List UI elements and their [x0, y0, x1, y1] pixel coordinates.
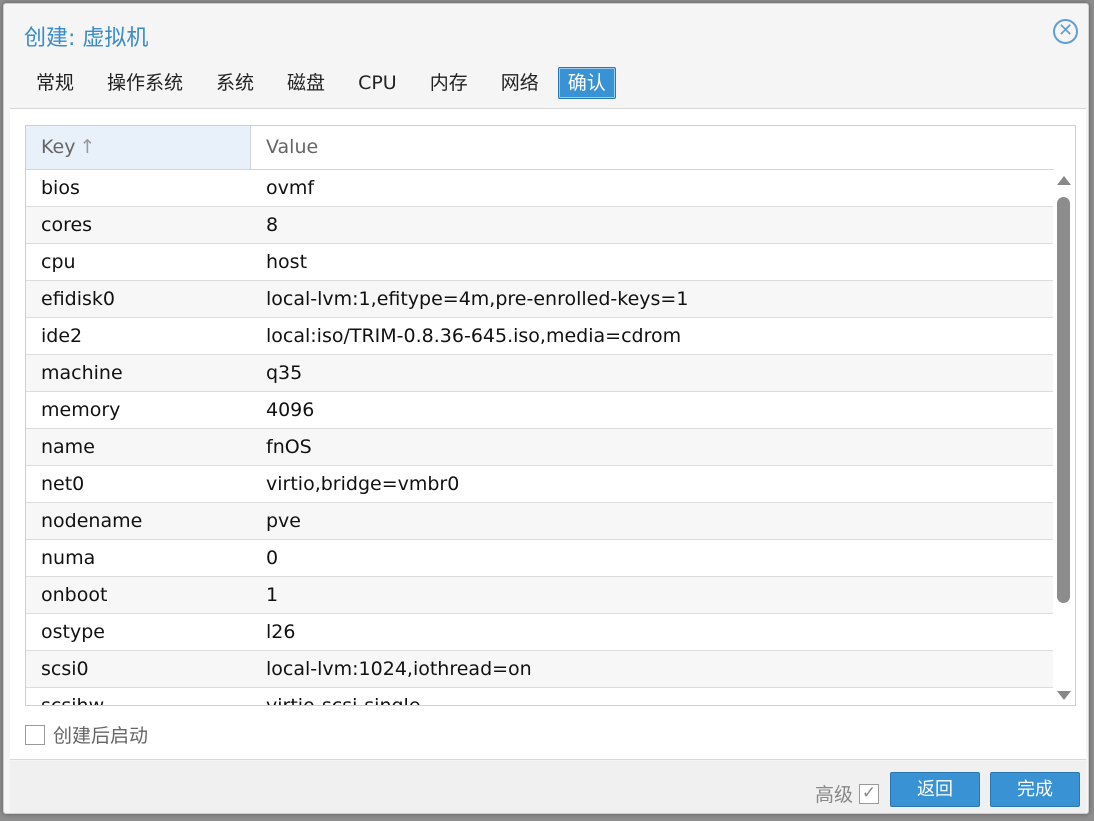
row-key: ostype: [41, 621, 105, 643]
table-row[interactable]: nodename pve: [26, 503, 1054, 540]
column-header-key[interactable]: Key ↑: [26, 126, 251, 169]
dialog-window: 创建: 虚拟机 ✕ 常规 操作系统 系统 磁盘 CPU 内存 网络 确认 Key…: [3, 3, 1089, 814]
scrollbar-thumb[interactable]: [1057, 197, 1070, 603]
row-key: scsi0: [41, 658, 89, 680]
row-value: q35: [266, 362, 303, 384]
table-row[interactable]: scsihw virtio-scsi-single: [26, 688, 1054, 706]
tab-disks[interactable]: 磁盘: [273, 66, 339, 100]
row-key: cores: [41, 214, 93, 236]
tab-confirm[interactable]: 确认: [557, 67, 616, 99]
start-after-create-checkbox[interactable]: [25, 724, 45, 745]
table-row[interactable]: onboot 1: [26, 577, 1054, 614]
table-row[interactable]: cpu host: [26, 244, 1054, 281]
dialog-title: 创建: 虚拟机: [24, 26, 149, 51]
row-value: ovmf: [266, 177, 315, 199]
row-value: local:iso/TRIM-0.8.36-645.iso,media=cdro…: [266, 325, 682, 347]
row-key: numa: [41, 547, 96, 569]
scroll-down-arrow-icon[interactable]: [1057, 691, 1071, 700]
tab-memory[interactable]: 内存: [416, 66, 482, 100]
table-row[interactable]: cores 8: [26, 207, 1054, 244]
row-value: 0: [266, 547, 279, 569]
row-value: fnOS: [266, 436, 312, 458]
row-value: 4096: [266, 399, 315, 421]
row-key: efidisk0: [41, 288, 115, 310]
row-value: l26: [266, 621, 296, 643]
row-value: local-lvm:1,efitype=4m,pre-enrolled-keys…: [266, 288, 689, 310]
grid-rows: bios ovmf cores 8 cpu host efidisk0 local-lv…: [26, 170, 1054, 706]
start-after-create-label: 创建后启动: [53, 725, 149, 747]
row-key: scsihw: [41, 695, 105, 706]
start-after-create-option[interactable]: 创建后启动: [25, 721, 148, 748]
advanced-checkbox[interactable]: ✓: [859, 783, 880, 804]
tab-bar: 常规 操作系统 系统 磁盘 CPU 内存 网络 确认: [22, 66, 621, 100]
row-key: cpu: [41, 251, 76, 273]
row-value: virtio,bridge=vmbr0: [266, 473, 460, 495]
table-row[interactable]: bios ovmf: [26, 170, 1054, 207]
row-value: 1: [266, 584, 279, 606]
table-row[interactable]: name fnOS: [26, 429, 1054, 466]
row-value: local-lvm:1024,iothread=on: [266, 658, 532, 680]
tab-os[interactable]: 操作系统: [93, 66, 197, 100]
tab-general[interactable]: 常规: [22, 66, 88, 100]
summary-grid: Key ↑ Value bios ovmf cores 8 cpu host efidi…: [25, 125, 1076, 706]
dialog-body: Key ↑ Value bios ovmf cores 8 cpu host efidi…: [10, 108, 1086, 760]
table-row[interactable]: machine q35: [26, 355, 1054, 392]
finish-button[interactable]: 完成: [990, 772, 1080, 807]
row-value: 8: [266, 214, 279, 236]
row-key: machine: [41, 362, 123, 384]
tab-system[interactable]: 系统: [202, 66, 268, 100]
row-key: onboot: [41, 584, 108, 606]
row-value: host: [266, 251, 308, 273]
table-row[interactable]: ide2 local:iso/TRIM-0.8.36-645.iso,media=…: [26, 318, 1054, 355]
table-row[interactable]: efidisk0 local-lvm:1,efitype=4m,pre-enrol…: [26, 281, 1054, 318]
row-key: memory: [41, 399, 121, 421]
tab-cpu[interactable]: CPU: [344, 66, 411, 100]
row-key: net0: [41, 473, 85, 495]
table-row[interactable]: net0 virtio,bridge=vmbr0: [26, 466, 1054, 503]
row-key: bios: [41, 177, 80, 199]
column-header-key-label: Key: [41, 136, 76, 158]
row-value: virtio-scsi-single: [266, 695, 421, 706]
titlebar: 创建: 虚拟机 ✕: [4, 4, 1088, 62]
tab-network[interactable]: 网络: [487, 66, 553, 100]
row-key: name: [41, 436, 95, 458]
grid-scrollbar[interactable]: [1053, 170, 1075, 705]
advanced-option[interactable]: 高级 ✓: [815, 780, 880, 807]
row-key: nodename: [41, 510, 143, 532]
table-row[interactable]: ostype l26: [26, 614, 1054, 651]
advanced-label: 高级: [815, 784, 854, 806]
scroll-up-arrow-icon[interactable]: [1057, 176, 1071, 185]
close-icon[interactable]: ✕: [1053, 19, 1078, 44]
row-value: pve: [266, 510, 301, 532]
column-header-value[interactable]: Value: [251, 126, 1054, 169]
grid-header: Key ↑ Value: [26, 126, 1054, 170]
table-row[interactable]: memory 4096: [26, 392, 1054, 429]
table-row[interactable]: scsi0 local-lvm:1024,iothread=on: [26, 651, 1054, 688]
table-row[interactable]: numa 0: [26, 540, 1054, 577]
sort-ascending-icon: ↑: [79, 136, 96, 158]
back-button[interactable]: 返回: [890, 772, 980, 807]
row-key: ide2: [41, 325, 83, 347]
dialog-footer: 高级 ✓ 返回 完成: [10, 761, 1086, 813]
